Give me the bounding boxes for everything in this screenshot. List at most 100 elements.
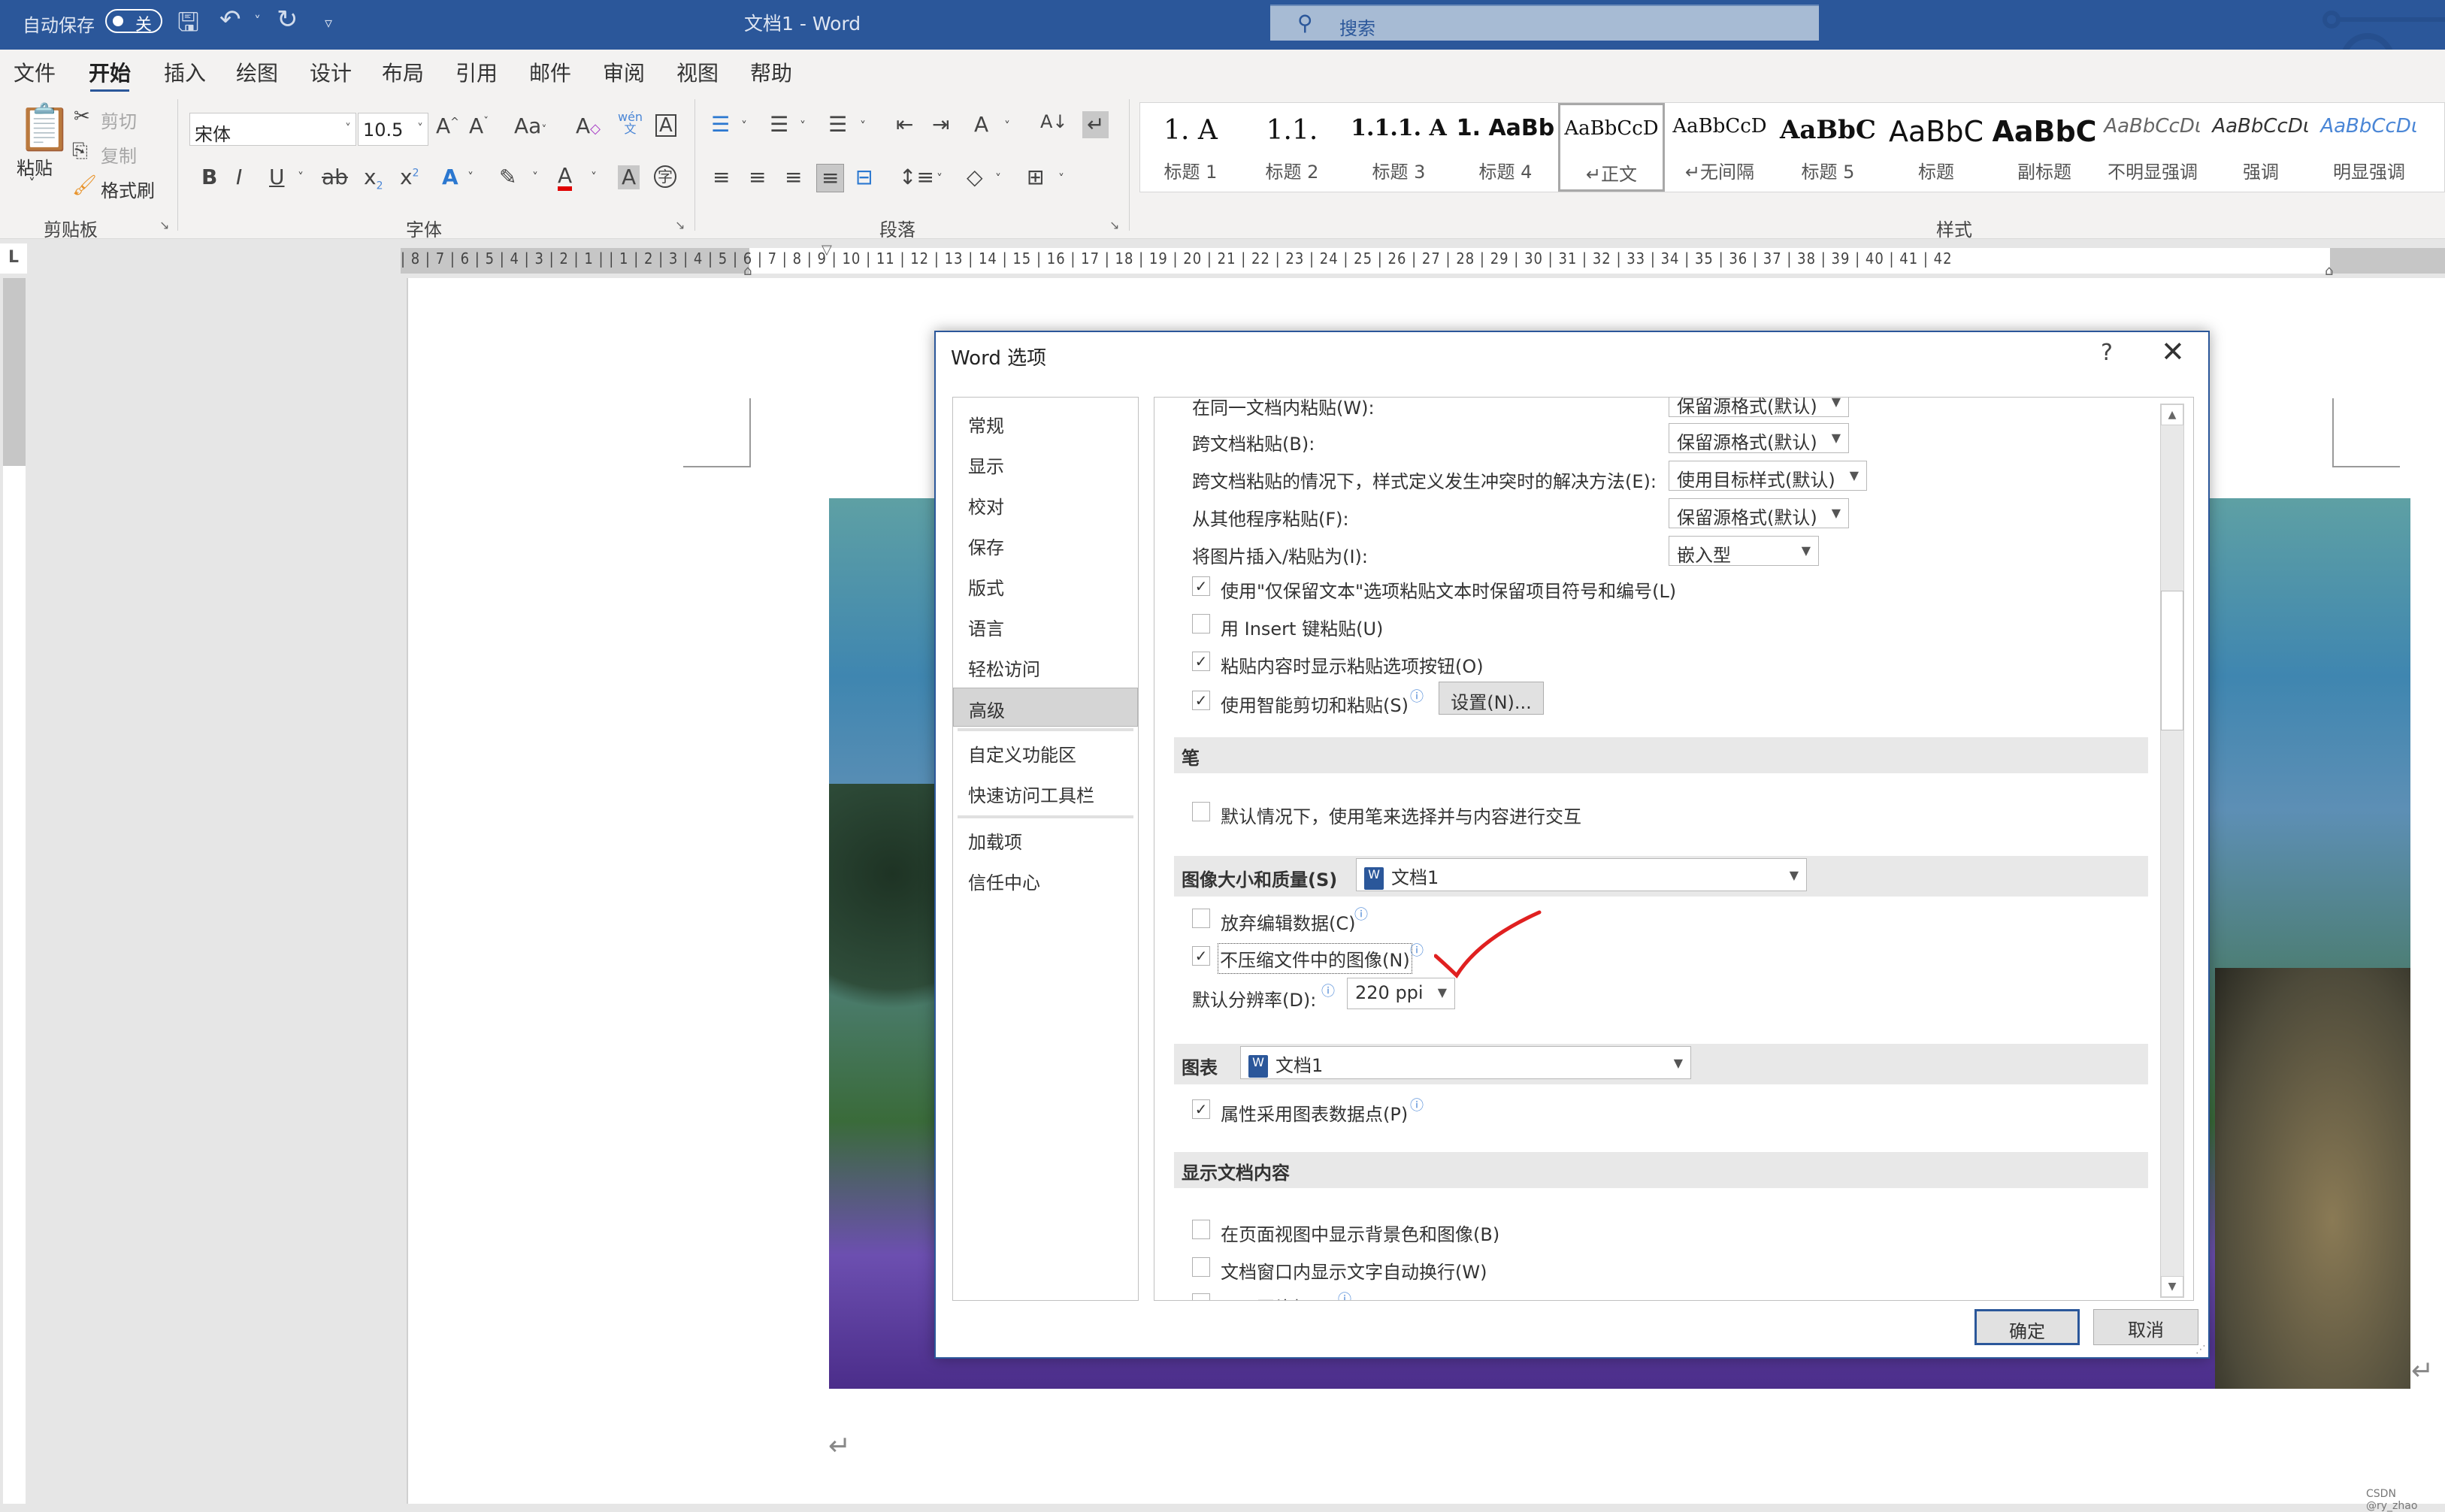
right-indent-marker[interactable]: ⌂ [2325, 263, 2333, 279]
font-size-combo[interactable]: 10.5 ˅ [358, 113, 428, 146]
shading-icon[interactable]: ◇ [967, 167, 983, 188]
tab-review[interactable]: 审阅 [603, 57, 645, 87]
style-emphasis[interactable]: AaBbCcDι 强调 [2207, 103, 2314, 192]
insert-picture-as-select[interactable]: 嵌入型 ▼ [1669, 536, 1819, 566]
shading-dropdown-icon[interactable]: ˅ [995, 173, 1001, 185]
copy-button[interactable]: 复制 [101, 141, 137, 168]
paste-from-other-programs-select[interactable]: 保留源格式(默认) ▼ [1669, 498, 1849, 528]
italic-icon[interactable]: I [236, 167, 242, 188]
clear-formatting-icon[interactable]: A◇ [576, 116, 601, 137]
nav-item-display[interactable]: 显示 [953, 444, 1138, 483]
style-subtitle[interactable]: AaBbC 副标题 [1991, 103, 2098, 192]
paste-dropdown-icon[interactable]: ˅ [29, 176, 35, 192]
style-heading-3[interactable]: 1.1.1. A 标题 3 [1345, 103, 1453, 192]
style-no-spacing[interactable]: AaBbCcD ↵无间隔 [1666, 103, 1773, 192]
phonetic-guide-icon[interactable]: wén 文 [618, 111, 643, 135]
save-icon[interactable]: 🖫 [177, 5, 199, 47]
decrease-indent-icon[interactable]: ⇤ [896, 114, 913, 135]
line-spacing-dropdown-icon[interactable]: ˅ [937, 173, 943, 185]
strikethrough-icon[interactable]: ab [322, 167, 348, 188]
underline-icon[interactable]: U [269, 167, 285, 188]
bold-icon[interactable]: B [201, 167, 217, 188]
resize-grip-icon[interactable]: ⋰ [2195, 1344, 2206, 1356]
shrink-font-icon[interactable]: Aˇ [469, 116, 489, 137]
asian-layout-icon[interactable]: A [974, 114, 988, 135]
discard-editing-data-checkbox[interactable] [1192, 909, 1210, 928]
undo-icon[interactable]: ↶ [219, 5, 241, 35]
font-color-dropdown-icon[interactable]: ˅ [591, 171, 597, 183]
increase-indent-icon[interactable]: ⇥ [932, 114, 949, 135]
insert-key-paste-checkbox[interactable] [1192, 614, 1210, 634]
clipboard-launcher-icon[interactable]: ↘ [159, 218, 169, 232]
tab-selector[interactable]: L [0, 243, 27, 274]
autosave-toggle[interactable]: 关 [105, 9, 162, 35]
tab-view[interactable]: 视图 [676, 57, 719, 87]
tab-insert[interactable]: 插入 [164, 57, 206, 87]
vertical-ruler[interactable] [3, 278, 26, 1504]
cut-button[interactable]: 剪切 [101, 107, 137, 133]
nav-item-proofing[interactable]: 校对 [953, 485, 1138, 524]
show-paste-options-checkbox[interactable]: ✓ [1192, 652, 1210, 671]
nav-item-layout[interactable]: 版式 [953, 566, 1138, 605]
style-subtle-emphasis[interactable]: AaBbCcDι 不明显强调 [2099, 103, 2206, 192]
paste-between-documents-select[interactable]: 保留源格式(默认) ▼ [1669, 423, 1849, 453]
info-icon[interactable]: ⓘ [1321, 981, 1335, 1000]
settings-button[interactable]: 设置(N)... [1439, 682, 1544, 715]
nav-item-save[interactable]: 保存 [953, 525, 1138, 564]
highlight-dropdown-icon[interactable]: ˅ [532, 171, 538, 183]
picture-placeholders-checkbox[interactable] [1192, 1293, 1210, 1300]
subscript-icon[interactable]: x2 [364, 167, 383, 192]
tab-references[interactable]: 引用 [455, 57, 498, 87]
cancel-button[interactable]: 取消 [2093, 1309, 2198, 1345]
tab-design[interactable]: 设计 [310, 57, 352, 87]
nav-item-add-ins[interactable]: 加载项 [953, 820, 1138, 859]
style-heading-4[interactable]: 1. AaBb 标题 4 [1454, 103, 1557, 192]
chart-data-point-checkbox[interactable]: ✓ [1192, 1099, 1210, 1119]
numbering-icon[interactable]: ☰ [770, 114, 788, 135]
multilevel-list-icon[interactable]: ☰ [828, 114, 847, 135]
font-name-combo[interactable]: 宋体 ˅ [189, 113, 356, 146]
nav-item-trust-center[interactable]: 信任中心 [953, 860, 1138, 900]
bullets-icon[interactable]: ☰ [711, 114, 730, 135]
tab-file[interactable]: 文件 [14, 57, 56, 87]
align-right-icon[interactable]: ≡ [785, 167, 802, 188]
style-intense-emphasis[interactable]: AaBbCcDι 明显强调 [2316, 103, 2422, 192]
paragraph-launcher-icon[interactable]: ↘ [1109, 218, 1119, 232]
scroll-up-icon[interactable]: ▲ [2161, 404, 2183, 425]
tab-draw[interactable]: 绘图 [236, 57, 278, 87]
style-title[interactable]: AaBbC 标题 [1883, 103, 1990, 192]
info-icon[interactable]: ⓘ [1354, 904, 1368, 924]
line-spacing-icon[interactable]: ↕≡ [899, 167, 934, 188]
multilevel-dropdown-icon[interactable]: ˅ [860, 120, 866, 132]
do-not-compress-checkbox[interactable]: ✓ [1192, 946, 1210, 966]
keep-bullets-checkbox[interactable]: ✓ [1192, 576, 1210, 596]
wrap-text-checkbox[interactable] [1192, 1257, 1210, 1277]
info-icon[interactable]: ⓘ [1410, 940, 1424, 960]
tab-help[interactable]: 帮助 [750, 57, 792, 87]
borders-icon[interactable]: ⊞ [1027, 167, 1044, 188]
help-icon[interactable]: ? [2101, 340, 2113, 366]
scrollbar-thumb[interactable] [2161, 591, 2183, 730]
grow-font-icon[interactable]: A^ [436, 116, 459, 137]
close-icon[interactable]: ✕ [2161, 335, 2185, 368]
tab-mailings[interactable]: 邮件 [529, 57, 571, 87]
tab-home[interactable]: 开始 [89, 57, 131, 94]
tab-layout[interactable]: 布局 [382, 57, 424, 87]
nav-item-advanced[interactable]: 高级 [953, 688, 1138, 727]
sort-icon[interactable]: A↓ [1040, 113, 1068, 131]
ok-button[interactable]: 确定 [1974, 1309, 2080, 1345]
distributed-icon[interactable]: ⊟ [855, 167, 873, 188]
scroll-down-icon[interactable]: ▼ [2161, 1276, 2183, 1297]
nav-item-language[interactable]: 语言 [953, 606, 1138, 646]
bullets-dropdown-icon[interactable]: ˅ [741, 120, 747, 132]
style-heading-1[interactable]: 1. A 标题 1 [1142, 103, 1239, 192]
character-shading-icon[interactable]: A [618, 165, 640, 189]
style-normal[interactable]: AaBbCcD ↵正文 [1558, 103, 1665, 192]
enclose-characters-icon[interactable]: 字 [654, 165, 676, 188]
nav-item-quick-access-toolbar[interactable]: 快速访问工具栏 [953, 773, 1138, 812]
style-conflict-select[interactable]: 使用目标样式(默认) ▼ [1669, 461, 1867, 491]
first-line-indent-marker[interactable]: ▽ [822, 242, 832, 258]
asian-layout-dropdown-icon[interactable]: ˅ [1004, 120, 1010, 132]
align-center-icon[interactable]: ≡ [749, 167, 766, 188]
underline-dropdown-icon[interactable]: ˅ [298, 171, 304, 183]
